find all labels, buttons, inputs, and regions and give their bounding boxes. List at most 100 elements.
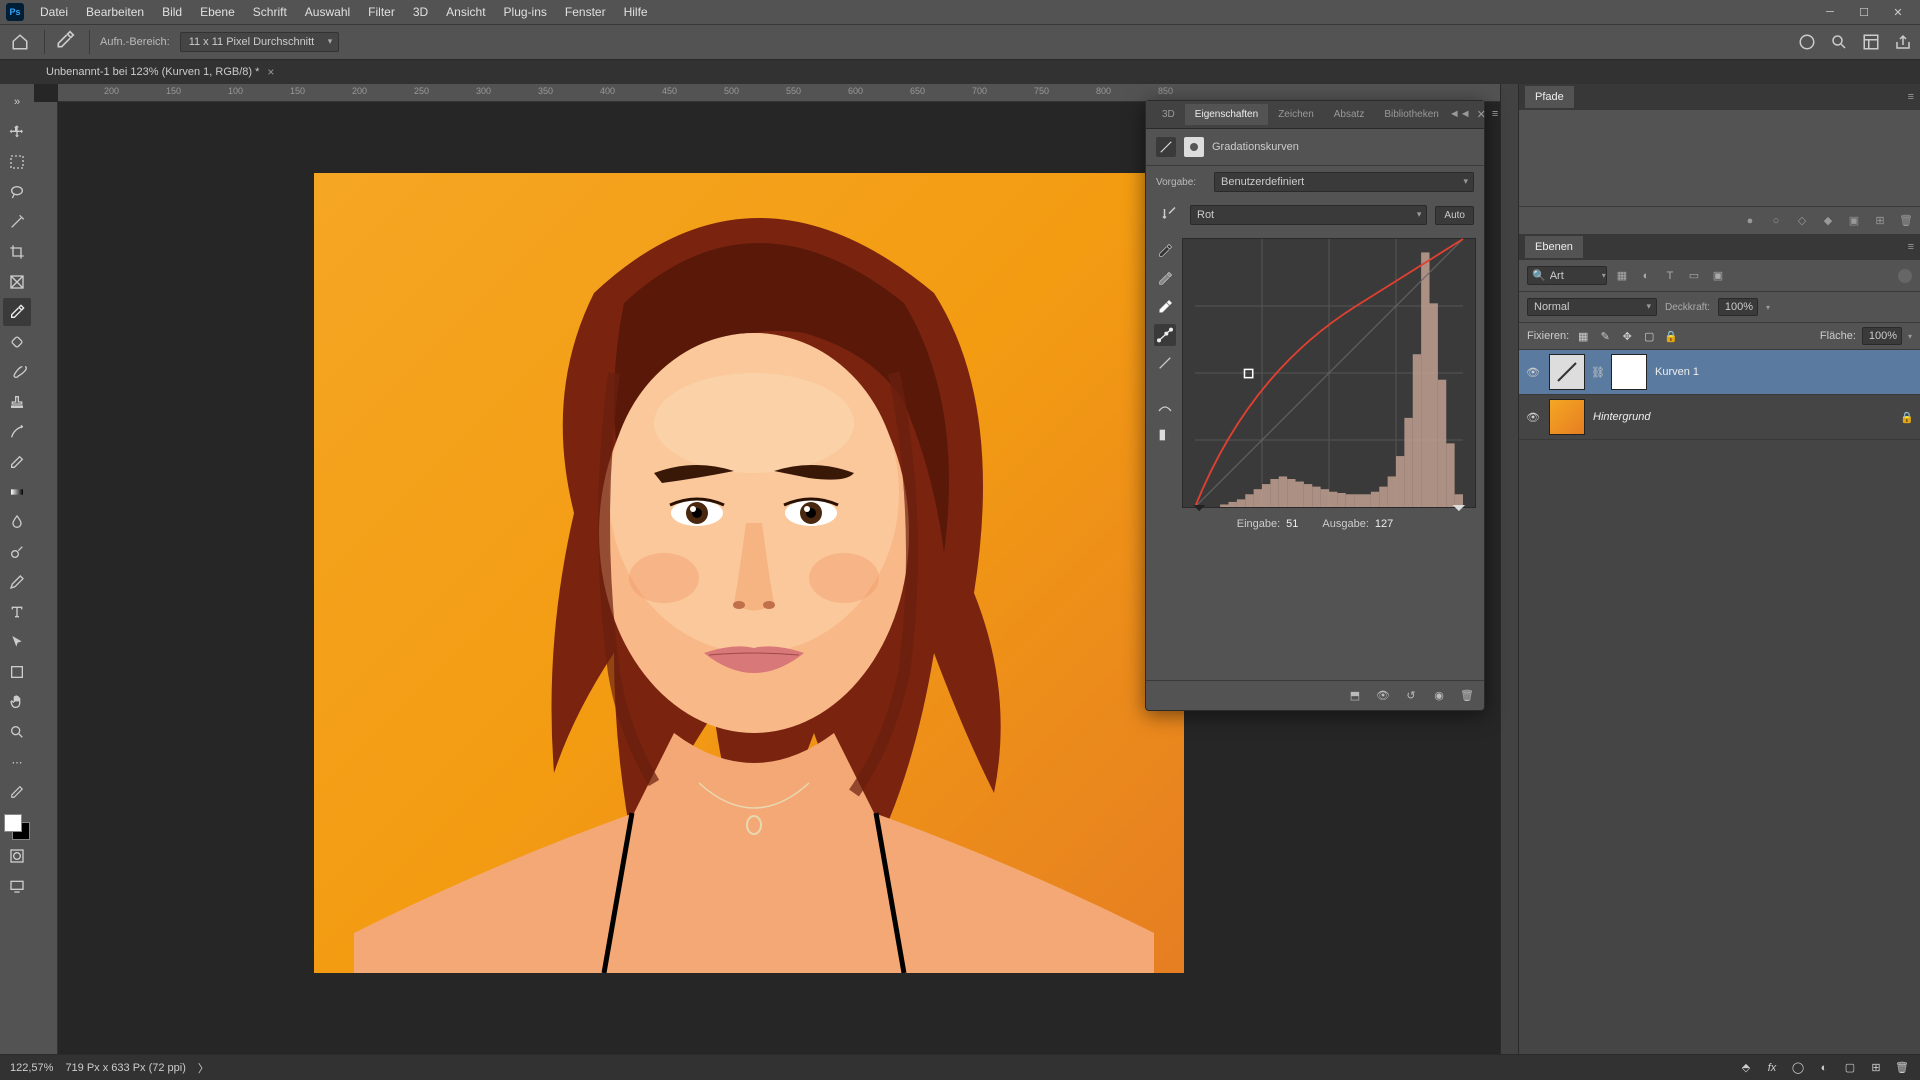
visibility-toggle[interactable]: 👁	[1525, 364, 1541, 380]
opacity-input[interactable]: 100%	[1718, 298, 1758, 316]
tab-zeichen[interactable]: Zeichen	[1268, 104, 1324, 125]
tab-pfade[interactable]: Pfade	[1525, 86, 1574, 108]
menu-bearbeiten[interactable]: Bearbeiten	[78, 1, 152, 23]
lasso-tool[interactable]	[3, 178, 31, 206]
mask-path-icon[interactable]: ▣	[1846, 213, 1862, 229]
filter-pixel-icon[interactable]: ▦	[1613, 267, 1631, 285]
menu-fenster[interactable]: Fenster	[557, 1, 614, 23]
menu-datei[interactable]: Datei	[32, 1, 76, 23]
eyedropper-tool[interactable]	[3, 298, 31, 326]
sample-white-tool[interactable]	[1154, 296, 1176, 318]
more-tools-icon[interactable]: ⋯	[3, 748, 31, 776]
menu-ebene[interactable]: Ebene	[192, 1, 243, 23]
gradient-tool[interactable]	[3, 478, 31, 506]
workspace-icon[interactable]	[1860, 31, 1882, 53]
frame-tool[interactable]	[3, 268, 31, 296]
smooth-curve-tool[interactable]	[1154, 396, 1176, 418]
layer-filter-input[interactable]	[1550, 270, 1598, 282]
collapse-tool-icon[interactable]: »	[3, 88, 31, 116]
panel-menu-icon[interactable]: ≡	[1908, 241, 1914, 253]
sb-new-icon[interactable]: ⊞	[1868, 1060, 1884, 1076]
lock-position-icon[interactable]: ✥	[1619, 328, 1635, 344]
zoom-tool[interactable]	[3, 718, 31, 746]
quickmask-tool[interactable]	[3, 842, 31, 870]
sample-size-dropdown[interactable]: 11 x 11 Pixel Durchschnitt	[180, 32, 340, 52]
menu-3d[interactable]: 3D	[405, 1, 436, 23]
stamp-tool[interactable]	[3, 388, 31, 416]
sb-folder-icon[interactable]: ▢	[1842, 1060, 1858, 1076]
sb-link-icon[interactable]: ⬘	[1738, 1060, 1754, 1076]
sb-delete-icon[interactable]: 🗑	[1894, 1060, 1910, 1076]
layer-thumbnail[interactable]	[1549, 399, 1585, 435]
window-maximize-button[interactable]: ☐	[1848, 2, 1880, 22]
toggle-visibility-icon[interactable]: 👁	[1374, 687, 1392, 705]
menu-plugins[interactable]: Plug-ins	[496, 1, 555, 23]
bw-point-tool[interactable]	[1154, 424, 1176, 446]
preset-dropdown[interactable]: Benutzerdefiniert	[1214, 172, 1474, 192]
document-info[interactable]: 719 Px x 633 Px (72 ppi)	[65, 1062, 185, 1074]
layer-name[interactable]: Kurven 1	[1655, 366, 1699, 378]
filter-toggle[interactable]	[1898, 269, 1912, 283]
path-select-tool[interactable]	[3, 628, 31, 656]
window-minimize-button[interactable]: ─	[1814, 2, 1846, 22]
fill-input[interactable]: 100%	[1862, 327, 1902, 345]
output-value[interactable]: 127	[1375, 518, 1393, 530]
menu-ansicht[interactable]: Ansicht	[438, 1, 493, 23]
sample-black-tool[interactable]	[1154, 240, 1176, 262]
delete-path-icon[interactable]: 🗑	[1898, 213, 1914, 229]
dodge-tool[interactable]	[3, 538, 31, 566]
healing-tool[interactable]	[3, 328, 31, 356]
blur-tool[interactable]	[3, 508, 31, 536]
visibility-toggle[interactable]: 👁	[1525, 409, 1541, 425]
crop-tool[interactable]	[3, 238, 31, 266]
wand-tool[interactable]	[3, 208, 31, 236]
close-tab-icon[interactable]: ×	[267, 65, 274, 79]
sb-adjustment-icon[interactable]: ◐	[1816, 1060, 1832, 1076]
menu-schrift[interactable]: Schrift	[245, 1, 295, 23]
tab-absatz[interactable]: Absatz	[1324, 104, 1375, 125]
auto-button[interactable]: Auto	[1435, 206, 1474, 225]
vertical-ruler[interactable]	[34, 102, 58, 1054]
target-adjust-tool[interactable]	[1156, 204, 1182, 226]
lock-transparent-icon[interactable]: ▦	[1575, 328, 1591, 344]
type-tool[interactable]	[3, 598, 31, 626]
draw-curve-tool[interactable]	[1154, 352, 1176, 374]
layer-row[interactable]: 👁 Hintergrund 🔒	[1519, 395, 1920, 440]
home-button[interactable]	[6, 28, 34, 56]
curves-graph[interactable]	[1182, 238, 1476, 508]
filter-shape-icon[interactable]: ▭	[1685, 267, 1703, 285]
close-panel-icon[interactable]: ✕	[1477, 108, 1486, 121]
menu-auswahl[interactable]: Auswahl	[297, 1, 358, 23]
panel-collapse-strip[interactable]	[1501, 84, 1519, 1054]
sb-fx-icon[interactable]: fx	[1764, 1060, 1780, 1076]
link-mask-icon[interactable]: ⛓	[1593, 354, 1603, 390]
document-tab[interactable]: Unbenannt-1 bei 123% (Kurven 1, RGB/8) *…	[34, 60, 286, 84]
tab-ebenen[interactable]: Ebenen	[1525, 236, 1583, 258]
share-icon[interactable]	[1892, 31, 1914, 53]
window-close-button[interactable]: ✕	[1882, 2, 1914, 22]
screenmode-tool[interactable]	[3, 872, 31, 900]
panel-menu-icon[interactable]: ≡	[1908, 91, 1914, 103]
selection-path-icon[interactable]: ◇	[1794, 213, 1810, 229]
delete-adjustment-icon[interactable]: 🗑	[1458, 687, 1476, 705]
brush-tool[interactable]	[3, 358, 31, 386]
reset-icon[interactable]: ↺	[1402, 687, 1420, 705]
lock-all-icon[interactable]: 🔒	[1663, 328, 1679, 344]
sb-mask-icon[interactable]: ◯	[1790, 1060, 1806, 1076]
zoom-level[interactable]: 122,57%	[10, 1062, 53, 1074]
move-tool[interactable]	[3, 118, 31, 146]
layer-filter-dropdown[interactable]: 🔍 ▾	[1527, 266, 1607, 285]
eraser-tool[interactable]	[3, 448, 31, 476]
pen-tool[interactable]	[3, 568, 31, 596]
fill-path-icon[interactable]: ●	[1742, 213, 1758, 229]
input-value[interactable]: 51	[1286, 518, 1298, 530]
preview-icon[interactable]: ◉	[1430, 687, 1448, 705]
layer-mask-thumbnail[interactable]	[1611, 354, 1647, 390]
clip-to-layer-icon[interactable]: ⬒	[1346, 687, 1364, 705]
cloud-docs-icon[interactable]	[1796, 31, 1818, 53]
sample-gray-tool[interactable]	[1154, 268, 1176, 290]
edit-toolbar-icon[interactable]	[3, 778, 31, 806]
tab-bibliotheken[interactable]: Bibliotheken	[1374, 104, 1448, 125]
search-icon[interactable]	[1828, 31, 1850, 53]
shape-tool[interactable]	[3, 658, 31, 686]
